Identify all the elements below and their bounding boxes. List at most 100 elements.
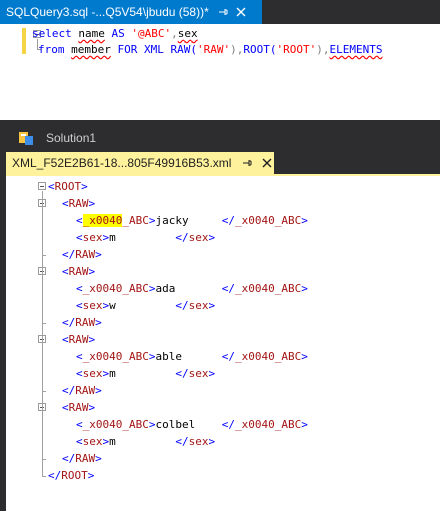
keyword-from: from bbox=[38, 43, 65, 56]
bracket: > bbox=[148, 350, 156, 363]
keyword-for-xml-raw: FOR XML RAW( bbox=[117, 43, 197, 56]
xml-result-tab[interactable]: XML_F52E2B61-18...805F49916B53.xml bbox=[6, 152, 274, 174]
bracket: </ bbox=[221, 214, 235, 227]
bracket: < bbox=[76, 231, 83, 244]
bracket: > bbox=[301, 214, 308, 227]
bracket: </ bbox=[175, 435, 189, 448]
name-tag-prefix: _x0040 bbox=[82, 214, 123, 227]
bracket: > bbox=[95, 384, 102, 397]
root-close-tag: ROOT bbox=[61, 469, 88, 482]
keyword-elements: ELEMENTS bbox=[329, 43, 383, 56]
xml-raw-close: </RAW> bbox=[62, 314, 102, 331]
bracket: < bbox=[62, 333, 69, 346]
xml-root-close: </ROOT> bbox=[48, 467, 94, 484]
keyword-root: ROOT( bbox=[243, 43, 277, 56]
xml-name-element: <_x0040_ABC>able </_x0040_ABC> bbox=[76, 348, 308, 365]
bracket: > bbox=[208, 435, 216, 448]
bracket: </ bbox=[62, 384, 76, 397]
name-value: ada bbox=[155, 282, 222, 295]
bracket: </ bbox=[221, 350, 235, 363]
raw-close-tag: RAW bbox=[75, 384, 96, 397]
solution-label: Solution1 bbox=[46, 131, 97, 145]
xml-sex-element: <sex>m </sex> bbox=[76, 365, 215, 382]
pin-icon[interactable] bbox=[217, 6, 229, 18]
sex-open-tag: sex bbox=[82, 231, 103, 244]
name-tag-suffix: _ABC bbox=[122, 350, 149, 363]
xml-tab-title: XML_F52E2B61-18...805F49916B53.xml bbox=[12, 156, 232, 170]
sex-close-tag: sex bbox=[188, 231, 209, 244]
close-icon[interactable] bbox=[261, 157, 273, 169]
raw-close-tag: RAW bbox=[75, 452, 96, 465]
pin-icon[interactable] bbox=[241, 157, 253, 169]
xml-raw-open: <RAW> bbox=[62, 331, 95, 348]
sql-query-tab[interactable]: SQLQuery3.sql -...Q5V54\jbudu (58))* bbox=[0, 0, 262, 24]
xml-editor[interactable]: <ROOT> <RAW> <_x0040_ABC>jacky </_x0040_AB… bbox=[6, 176, 440, 511]
xml-raw-close: </RAW> bbox=[62, 450, 102, 467]
bracket: > bbox=[208, 299, 216, 312]
fold-guide bbox=[42, 191, 43, 476]
raw-arg-string: 'RAW' bbox=[196, 43, 231, 56]
sql-line-1: select name AS '@ABC',sex bbox=[32, 26, 198, 42]
name-close-tag: _x0040_ABC bbox=[234, 282, 302, 295]
alias-string: '@ABC' bbox=[131, 27, 172, 40]
xml-root-open: <ROOT> bbox=[48, 178, 88, 195]
keyword-as: AS bbox=[111, 27, 125, 40]
bracket: > bbox=[95, 248, 102, 261]
keyword-select: select bbox=[32, 27, 72, 40]
name-value: jacky bbox=[155, 214, 222, 227]
root-open-tag: ROOT bbox=[54, 180, 82, 193]
bracket: < bbox=[62, 401, 69, 414]
sex-value: m bbox=[109, 231, 176, 244]
bracket: > bbox=[301, 418, 308, 431]
xml-raw-close: </RAW> bbox=[62, 382, 102, 399]
bracket: < bbox=[48, 180, 55, 193]
bracket: > bbox=[88, 401, 96, 414]
xml-raw-open: <RAW> bbox=[62, 399, 95, 416]
bracket: </ bbox=[62, 316, 76, 329]
xml-raw-close: </RAW> bbox=[62, 246, 102, 263]
sex-value: m bbox=[109, 435, 176, 448]
bracket: > bbox=[208, 231, 216, 244]
sex-close-tag: sex bbox=[188, 367, 209, 380]
close-icon[interactable] bbox=[235, 6, 247, 18]
bracket: < bbox=[76, 418, 83, 431]
bracket: > bbox=[148, 214, 156, 227]
bracket: < bbox=[76, 282, 83, 295]
bracket: > bbox=[301, 350, 308, 363]
xml-tab-bar: XML_F52E2B61-18...805F49916B53.xml bbox=[0, 152, 440, 174]
xml-sex-element: <sex>m </sex> bbox=[76, 229, 215, 246]
name-close-tag: _x0040_ABC bbox=[234, 418, 302, 431]
paren: ) bbox=[230, 43, 237, 56]
bracket: > bbox=[148, 418, 156, 431]
app-window: SQLQuery3.sql -...Q5V54\jbudu (58))* sel… bbox=[0, 0, 440, 511]
name-value: able bbox=[155, 350, 222, 363]
bracket: < bbox=[76, 214, 83, 227]
bracket: </ bbox=[62, 452, 76, 465]
sql-tab-title: SQLQuery3.sql -...Q5V54\jbudu (58))* bbox=[6, 5, 209, 19]
xml-name-element: <_x0040_ABC>ada </_x0040_ABC> bbox=[76, 280, 308, 297]
paren: ) bbox=[316, 43, 323, 56]
bracket: < bbox=[62, 265, 69, 278]
name-close-tag: _x0040_ABC bbox=[234, 214, 302, 227]
bracket: > bbox=[88, 265, 96, 278]
collapse-icon[interactable] bbox=[38, 182, 46, 190]
sex-open-tag: sex bbox=[82, 299, 103, 312]
name-tag-suffix: _ABC bbox=[122, 418, 149, 431]
raw-open-tag: RAW bbox=[68, 197, 89, 210]
bracket: < bbox=[76, 299, 83, 312]
bracket: </ bbox=[221, 282, 235, 295]
bracket: </ bbox=[175, 231, 189, 244]
xml-name-element: <_x0040_ABC>colbel </_x0040_ABC> bbox=[76, 416, 308, 433]
bracket: > bbox=[81, 180, 88, 193]
bracket: </ bbox=[175, 299, 189, 312]
xml-sex-element: <sex>m </sex> bbox=[76, 433, 215, 450]
raw-open-tag: RAW bbox=[68, 333, 89, 346]
bracket: </ bbox=[62, 248, 76, 261]
sql-editor[interactable]: select name AS '@ABC',sex from member FO… bbox=[0, 24, 440, 120]
raw-open-tag: RAW bbox=[68, 265, 89, 278]
name-tag-prefix: _x0040 bbox=[82, 350, 123, 363]
solution-bar[interactable]: Solution1 bbox=[0, 124, 440, 152]
bracket: > bbox=[88, 197, 96, 210]
